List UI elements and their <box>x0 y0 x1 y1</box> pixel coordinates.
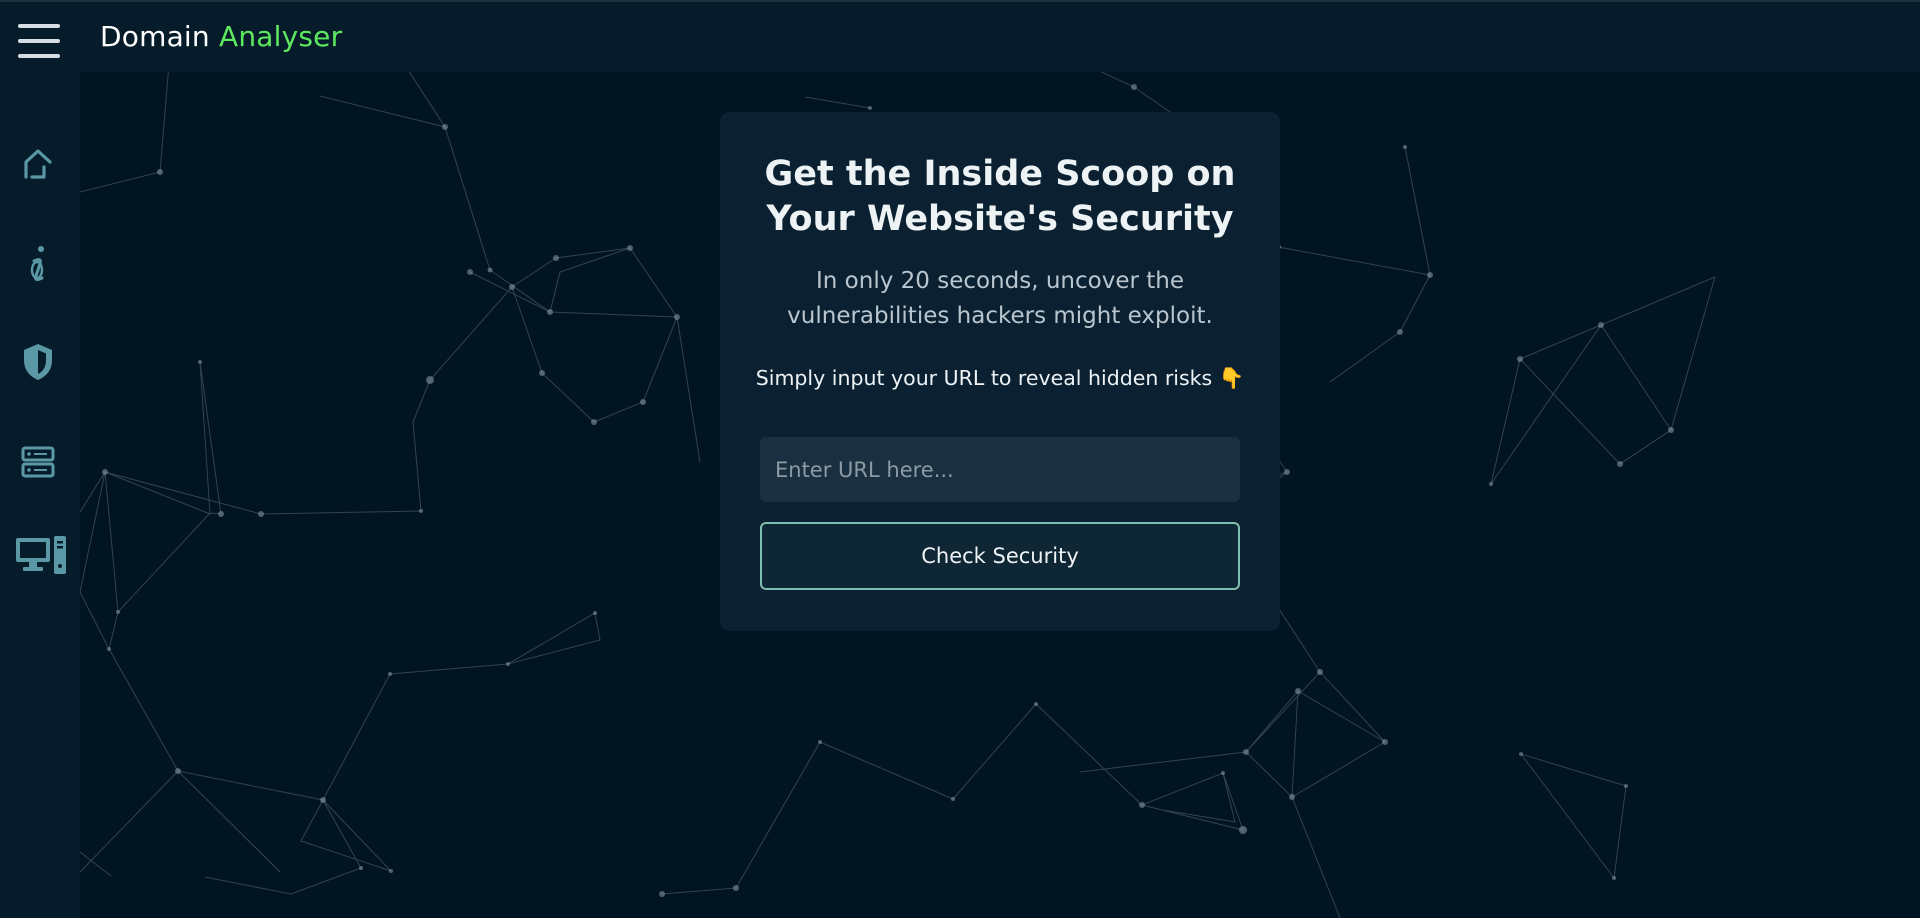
hero-subtitle: In only 20 seconds, uncover the vulnerab… <box>787 268 1213 329</box>
desktop-computer-icon[interactable] <box>14 534 68 578</box>
server-icon[interactable] <box>16 440 60 484</box>
home-icon[interactable] <box>16 142 60 186</box>
security-check-card: Get the Inside Scoop on Your Website's S… <box>720 112 1280 631</box>
hero-prompt: Simply input your URL to reveal hidden r… <box>755 366 1245 390</box>
url-input[interactable] <box>760 437 1240 502</box>
info-icon[interactable] <box>16 242 60 286</box>
sidebar <box>0 72 80 918</box>
hero-title: Get the Inside Scoop on Your Website's S… <box>764 154 1236 239</box>
shield-icon[interactable] <box>16 340 60 384</box>
check-security-button[interactable]: Check Security <box>760 522 1240 590</box>
top-bar: Domain Analyser <box>0 0 1920 72</box>
hamburger-menu-icon[interactable] <box>18 22 60 60</box>
app-title-main: Domain <box>100 20 210 53</box>
app-title-accent: Analyser <box>218 20 343 53</box>
app-title: Domain Analyser <box>100 20 342 53</box>
